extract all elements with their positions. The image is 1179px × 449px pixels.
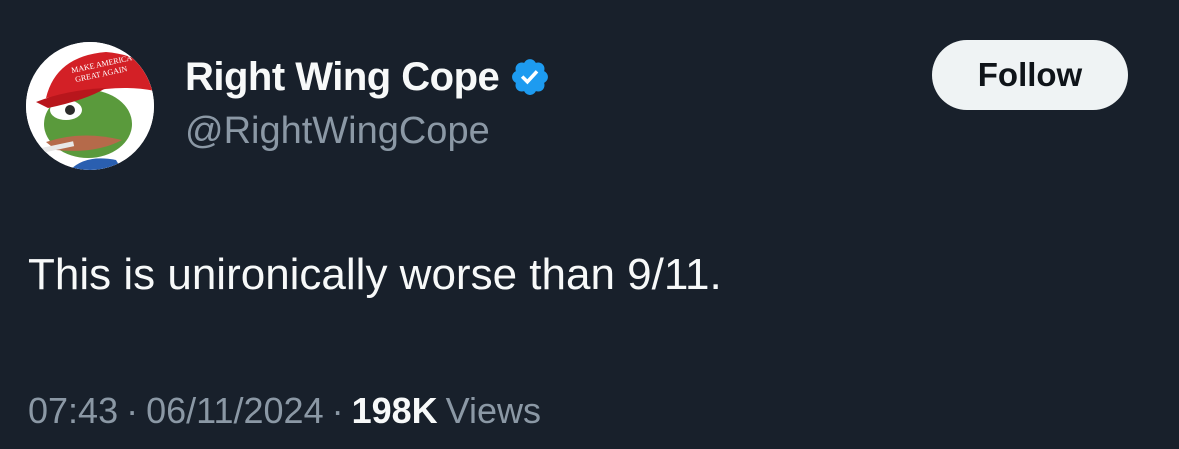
- author-name-row: Right Wing Cope: [185, 52, 551, 102]
- follow-button[interactable]: Follow: [932, 40, 1128, 110]
- views-label: Views: [445, 390, 542, 431]
- avatar[interactable]: MAKE AMERICA GREAT AGAIN: [26, 42, 154, 170]
- tweet-date[interactable]: 06/11/2024: [146, 390, 324, 432]
- pepe-avatar-icon: MAKE AMERICA GREAT AGAIN: [26, 42, 154, 170]
- tweet-time[interactable]: 07:43: [28, 390, 118, 432]
- meta-separator: ·: [126, 390, 139, 431]
- meta-separator: ·: [331, 390, 344, 431]
- verified-badge-icon: [509, 56, 551, 98]
- views-count[interactable]: 198K: [352, 390, 438, 432]
- tweet-meta: 07:43 · 06/11/2024 · 198K Views: [28, 390, 541, 432]
- tweet-text: This is unironically worse than 9/11.: [28, 250, 722, 299]
- display-name[interactable]: Right Wing Cope: [185, 55, 500, 100]
- tweet-card: MAKE AMERICA GREAT AGAIN Right Wing Cope…: [0, 0, 1179, 449]
- user-handle[interactable]: @RightWingCope: [185, 110, 490, 153]
